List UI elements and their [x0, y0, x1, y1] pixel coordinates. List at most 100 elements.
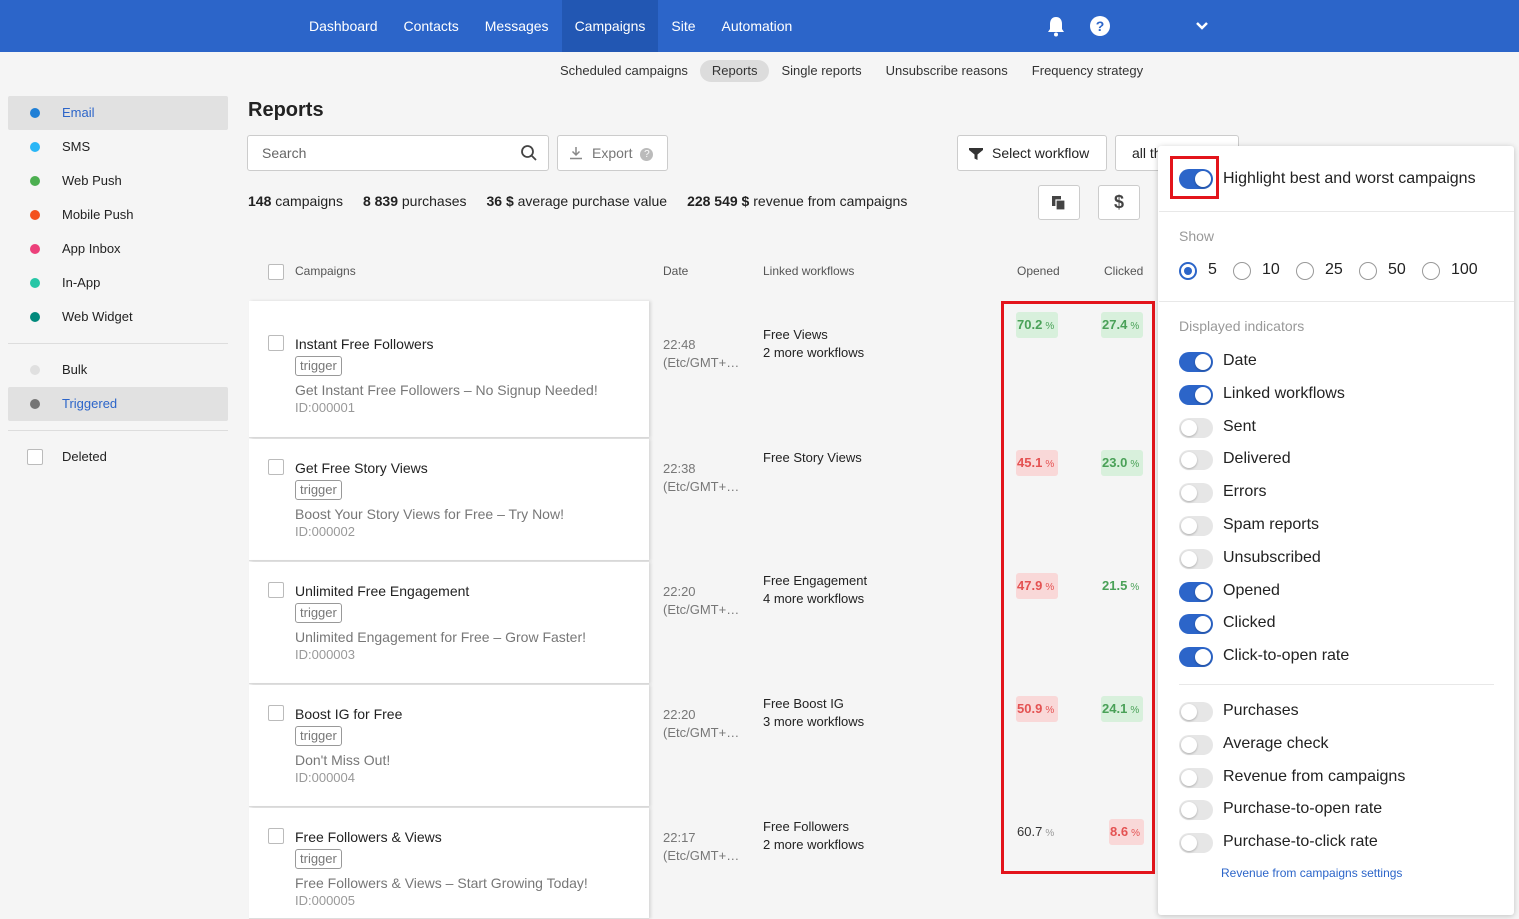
more-workflows-link[interactable]: 2 more workflows: [763, 344, 864, 362]
sidebar-item-web-push[interactable]: Web Push: [8, 164, 228, 198]
sidebar-item-app-inbox[interactable]: App Inbox: [8, 232, 228, 266]
show-option-label[interactable]: 50: [1388, 261, 1406, 279]
toggle-spam-reports[interactable]: [1179, 516, 1213, 536]
toggle-errors[interactable]: [1179, 483, 1213, 504]
subnav-unsubscribe-reasons[interactable]: Unsubscribe reasons: [874, 60, 1020, 82]
search-icon[interactable]: [520, 144, 538, 162]
nav-campaigns[interactable]: Campaigns: [561, 0, 659, 52]
toggle-purchases[interactable]: [1179, 702, 1213, 722]
campaign-name[interactable]: Unlimited Free Engagement: [295, 583, 469, 599]
table-row[interactable]: Free Followers & Views trigger Free Follow…: [249, 808, 649, 919]
row-checkbox[interactable]: [268, 828, 284, 844]
toggle-revenue-from-campaigns[interactable]: [1179, 767, 1213, 788]
page-title: Reports: [248, 99, 324, 121]
panel-divider: [1159, 301, 1514, 302]
row-checkbox[interactable]: [268, 459, 284, 475]
workflow-name[interactable]: Free Boost IG: [763, 695, 864, 713]
copy-button[interactable]: [1038, 185, 1080, 220]
toggle-click-to-open-rate[interactable]: [1179, 647, 1213, 668]
table-row[interactable]: Boost IG for Free trigger Don't Miss Out! I…: [249, 685, 649, 807]
nav-dashboard[interactable]: Dashboard: [296, 0, 391, 52]
toggle-average-check[interactable]: [1179, 734, 1213, 755]
column-header-opened[interactable]: Opened: [1017, 264, 1060, 278]
help-icon[interactable]: ?: [1090, 16, 1110, 36]
sidebar-item-sms[interactable]: SMS: [8, 130, 228, 164]
chevron-down-icon[interactable]: [1194, 18, 1210, 34]
sidebar-item-in-app[interactable]: In-App: [8, 266, 228, 300]
revenue-settings-link[interactable]: Revenue from campaigns settings: [1221, 866, 1402, 880]
table-row[interactable]: Instant Free Followers trigger Get Instant…: [249, 301, 649, 438]
subnav-frequency-strategy[interactable]: Frequency strategy: [1020, 60, 1155, 82]
nav-messages[interactable]: Messages: [472, 0, 562, 52]
show-radio-5[interactable]: [1179, 262, 1197, 280]
toggle-sent[interactable]: [1179, 417, 1213, 438]
show-option-label[interactable]: 5: [1208, 261, 1217, 279]
toggle-purchase-to-open-rate[interactable]: [1179, 800, 1213, 821]
sidebar-item-deleted[interactable]: Deleted: [8, 440, 228, 474]
stat-purchases: 8 839 purchases: [362, 193, 467, 209]
search-input[interactable]: [248, 136, 498, 170]
sidebar-item-web-widget[interactable]: Web Widget: [8, 300, 228, 334]
more-workflows-link[interactable]: 2 more workflows: [763, 836, 864, 854]
more-workflows-link[interactable]: 3 more workflows: [763, 713, 864, 731]
toggle-clicked[interactable]: [1179, 614, 1213, 635]
show-option-label[interactable]: 10: [1262, 261, 1280, 279]
linked-workflows[interactable]: Free Engagement 4 more workflows: [763, 572, 867, 608]
row-checkbox[interactable]: [268, 705, 284, 721]
toggle-delivered[interactable]: [1179, 450, 1213, 471]
campaign-name[interactable]: Free Followers & Views: [295, 829, 442, 845]
sidebar-item-bulk[interactable]: Bulk: [8, 353, 228, 387]
linked-workflows[interactable]: Free Story Views: [763, 449, 862, 467]
deleted-checkbox[interactable]: [27, 449, 43, 465]
toggle-linked-workflows[interactable]: [1179, 384, 1213, 405]
column-header-clicked[interactable]: Clicked: [1104, 264, 1143, 278]
sidebar-item-email[interactable]: Email: [8, 96, 228, 130]
nav-site[interactable]: Site: [658, 0, 708, 52]
workflow-name[interactable]: Free Story Views: [763, 449, 862, 467]
nav-contacts[interactable]: Contacts: [391, 0, 472, 52]
question-icon[interactable]: ?: [640, 147, 654, 161]
select-workflow-button[interactable]: Select workflow: [957, 135, 1107, 171]
show-option-label[interactable]: 25: [1325, 261, 1343, 279]
nav-automation[interactable]: Automation: [709, 0, 806, 52]
column-header-campaigns[interactable]: Campaigns: [295, 264, 356, 278]
column-header-date[interactable]: Date: [663, 264, 688, 278]
linked-workflows[interactable]: Free Views 2 more workflows: [763, 326, 864, 362]
table-row[interactable]: Unlimited Free Engagement trigger Unlimite…: [249, 562, 649, 684]
show-radio-100[interactable]: [1422, 262, 1440, 280]
campaign-name[interactable]: Instant Free Followers: [295, 336, 434, 352]
toggle-unsubscribed[interactable]: [1179, 548, 1213, 569]
campaign-name[interactable]: Get Free Story Views: [295, 460, 428, 476]
toggle-knob: [1181, 419, 1197, 436]
more-workflows-link[interactable]: 4 more workflows: [763, 590, 867, 608]
subnav-reports[interactable]: Reports: [699, 60, 770, 82]
toggle-opened[interactable]: [1179, 581, 1213, 602]
subnav-single-reports[interactable]: Single reports: [769, 60, 873, 82]
linked-workflows[interactable]: Free Followers 2 more workflows: [763, 818, 864, 854]
select-all-checkbox[interactable]: [268, 264, 284, 280]
row-checkbox[interactable]: [268, 335, 284, 351]
sidebar-item-triggered[interactable]: Triggered: [8, 387, 228, 421]
show-option-label[interactable]: 100: [1451, 261, 1478, 279]
workflow-name[interactable]: Free Engagement: [763, 572, 867, 590]
export-button[interactable]: Export ?: [557, 135, 668, 171]
toggle-purchase-to-click-rate[interactable]: [1179, 833, 1213, 854]
column-header-workflows[interactable]: Linked workflows: [763, 264, 854, 278]
workflow-name[interactable]: Free Views: [763, 326, 864, 344]
show-section-label: Show: [1179, 228, 1215, 244]
sidebar-item-mobile-push[interactable]: Mobile Push: [8, 198, 228, 232]
campaign-name[interactable]: Boost IG for Free: [295, 706, 402, 722]
show-radio-25[interactable]: [1296, 262, 1314, 280]
linked-workflows[interactable]: Free Boost IG 3 more workflows: [763, 695, 864, 731]
table-row[interactable]: Get Free Story Views trigger Boost Your St…: [249, 439, 649, 561]
select-workflow-label: Select workflow: [992, 145, 1090, 161]
workflow-name[interactable]: Free Followers: [763, 818, 864, 836]
show-radio-50[interactable]: [1359, 262, 1377, 280]
toggle-date[interactable]: [1179, 352, 1213, 372]
show-radio-10[interactable]: [1233, 262, 1251, 280]
currency-button[interactable]: $: [1098, 185, 1140, 220]
row-checkbox[interactable]: [268, 582, 284, 598]
channel-dot-icon: [30, 278, 40, 288]
subnav-scheduled[interactable]: Scheduled campaigns: [548, 60, 700, 82]
bell-icon[interactable]: [1046, 15, 1066, 37]
